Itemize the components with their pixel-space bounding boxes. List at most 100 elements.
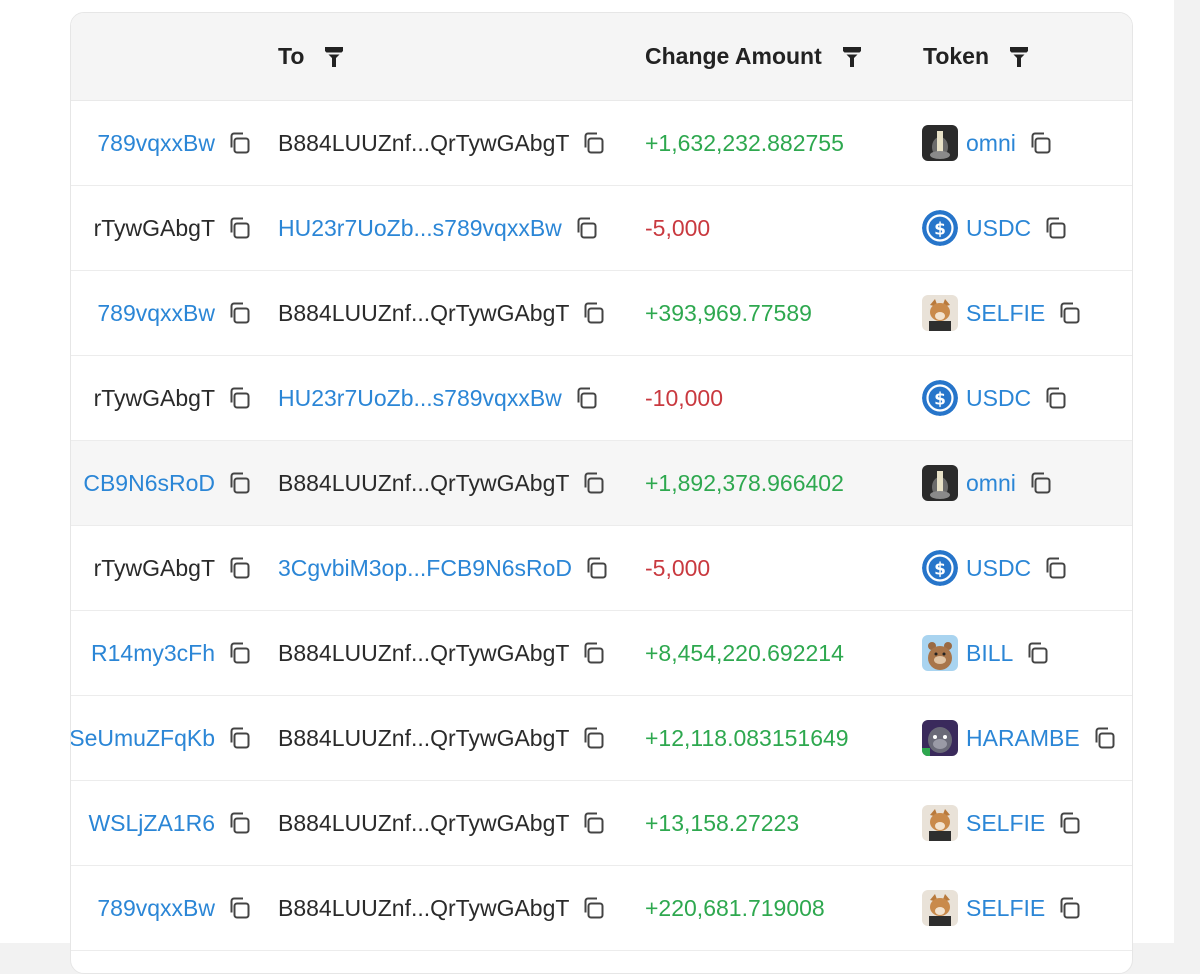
from-address[interactable]: R14my3cFh (91, 640, 215, 667)
copy-icon[interactable] (581, 811, 605, 835)
change-amount-cell: -5,000 (645, 526, 710, 610)
from-address[interactable]: WSLjZA1R6 (88, 810, 215, 837)
token-cell: $ USDC (922, 356, 1067, 440)
token-link[interactable]: omni (966, 130, 1016, 157)
to-address[interactable]: 3CgvbiM3op...FCB9N6sRoD (278, 555, 572, 582)
table-row: 789vqxxBw B884LUUZnf...QrTywGAbgT +220,681… (71, 866, 1132, 951)
selfie-token-icon (922, 805, 958, 841)
copy-icon[interactable] (227, 386, 251, 410)
copy-icon[interactable] (581, 301, 605, 325)
copy-icon[interactable] (1043, 556, 1067, 580)
filter-icon[interactable] (1009, 46, 1029, 68)
copy-icon[interactable] (227, 131, 251, 155)
change-amount-cell: +12,118.083151649 (645, 696, 849, 780)
copy-icon[interactable] (574, 216, 598, 240)
usdc-token-icon: $ (922, 210, 958, 246)
copy-icon[interactable] (227, 811, 251, 835)
to-address: B884LUUZnf...QrTywGAbgT (278, 129, 570, 156)
from-address: rTywGAbgT (93, 384, 215, 411)
copy-icon[interactable] (227, 471, 251, 495)
copy-icon[interactable] (1057, 301, 1081, 325)
token-cell: omni (922, 101, 1052, 185)
from-cell: rTywGAbgT (71, 186, 251, 270)
token-cell: $ USDC (922, 526, 1067, 610)
token-cell: BILL (922, 611, 1049, 695)
token-link[interactable]: HARAMBE (966, 725, 1080, 752)
table-header: To Change Amount Token (71, 13, 1132, 101)
token-link[interactable]: omni (966, 470, 1016, 497)
token-link[interactable]: USDC (966, 385, 1031, 412)
copy-icon[interactable] (574, 386, 598, 410)
change-amount-cell: +220,681.719008 (645, 866, 825, 950)
token-link[interactable]: USDC (966, 555, 1031, 582)
copy-icon[interactable] (227, 896, 251, 920)
token-cell: HARAMBE (922, 696, 1116, 780)
token-link[interactable]: SELFIE (966, 810, 1045, 837)
filter-icon[interactable] (324, 46, 344, 68)
from-cell: 789vqxxBw (71, 271, 251, 355)
from-address[interactable]: SeUmuZFqKb (71, 725, 215, 752)
copy-icon[interactable] (1057, 896, 1081, 920)
token-link[interactable]: SELFIE (966, 895, 1045, 922)
to-address[interactable]: HU23r7UoZb...s789vqxxBw (278, 215, 562, 242)
table-row: WSLjZA1R6 B884LUUZnf...QrTywGAbgT +13,158.… (71, 781, 1132, 866)
svg-text:$: $ (934, 220, 946, 240)
copy-icon[interactable] (227, 726, 251, 750)
copy-icon[interactable] (581, 726, 605, 750)
change-amount-cell: +13,158.27223 (645, 781, 799, 865)
copy-icon[interactable] (1043, 386, 1067, 410)
from-address[interactable]: 789vqxxBw (97, 895, 215, 922)
copy-icon[interactable] (581, 896, 605, 920)
token-cell: $ USDC (922, 186, 1067, 270)
copy-icon[interactable] (584, 556, 608, 580)
to-cell: B884LUUZnf...QrTywGAbgT (278, 441, 605, 525)
change-amount-cell: -10,000 (645, 356, 723, 440)
to-address: B884LUUZnf...QrTywGAbgT (278, 469, 570, 496)
change-amount: +13,158.27223 (645, 809, 800, 836)
change-amount: +1,632,232.882755 (645, 129, 844, 156)
token-link[interactable]: SELFIE (966, 300, 1045, 327)
change-amount: +1,892,378.966402 (645, 469, 844, 496)
change-amount-cell: +1,632,232.882755 (645, 101, 844, 185)
change-amount: -10,000 (645, 384, 724, 411)
change-amount: +393,969.77589 (645, 299, 812, 326)
from-address[interactable]: 789vqxxBw (97, 300, 215, 327)
copy-icon[interactable] (1057, 811, 1081, 835)
token-link[interactable]: BILL (966, 640, 1013, 667)
copy-icon[interactable] (581, 131, 605, 155)
from-cell: WSLjZA1R6 (71, 781, 251, 865)
from-cell: 789vqxxBw (71, 866, 251, 950)
to-cell: B884LUUZnf...QrTywGAbgT (278, 271, 605, 355)
from-address: rTywGAbgT (93, 214, 215, 241)
copy-icon[interactable] (1028, 471, 1052, 495)
to-address[interactable]: HU23r7UoZb...s789vqxxBw (278, 385, 562, 412)
svg-text:$: $ (934, 390, 946, 410)
change-amount: -5,000 (645, 554, 711, 581)
to-cell: HU23r7UoZb...s789vqxxBw (278, 356, 598, 440)
table-row: rTywGAbgT HU23r7UoZb...s789vqxxBw -5,000 $ U… (71, 186, 1132, 271)
copy-icon[interactable] (227, 641, 251, 665)
copy-icon[interactable] (581, 471, 605, 495)
change-amount-cell: -5,000 (645, 186, 710, 270)
copy-icon[interactable] (227, 216, 251, 240)
copy-icon[interactable] (1028, 131, 1052, 155)
copy-icon[interactable] (1092, 726, 1116, 750)
column-header-token: Token (923, 13, 1029, 100)
column-header-to: To (278, 13, 344, 100)
change-amount: +8,454,220.692214 (645, 639, 844, 666)
copy-icon[interactable] (1043, 216, 1067, 240)
change-amount: +220,681.719008 (645, 894, 825, 921)
copy-icon[interactable] (227, 301, 251, 325)
from-address[interactable]: 789vqxxBw (97, 130, 215, 157)
copy-icon[interactable] (227, 556, 251, 580)
to-cell: 3CgvbiM3op...FCB9N6sRoD (278, 526, 608, 610)
token-link[interactable]: USDC (966, 215, 1031, 242)
copy-icon[interactable] (1025, 641, 1049, 665)
to-address: B884LUUZnf...QrTywGAbgT (278, 639, 570, 666)
filter-icon[interactable] (842, 46, 862, 68)
table-row: rTywGAbgT HU23r7UoZb...s789vqxxBw -10,000 $… (71, 356, 1132, 441)
usdc-token-icon: $ (922, 380, 958, 416)
from-address[interactable]: CB9N6sRoD (83, 470, 215, 497)
copy-icon[interactable] (581, 641, 605, 665)
column-label-to: To (278, 43, 305, 69)
